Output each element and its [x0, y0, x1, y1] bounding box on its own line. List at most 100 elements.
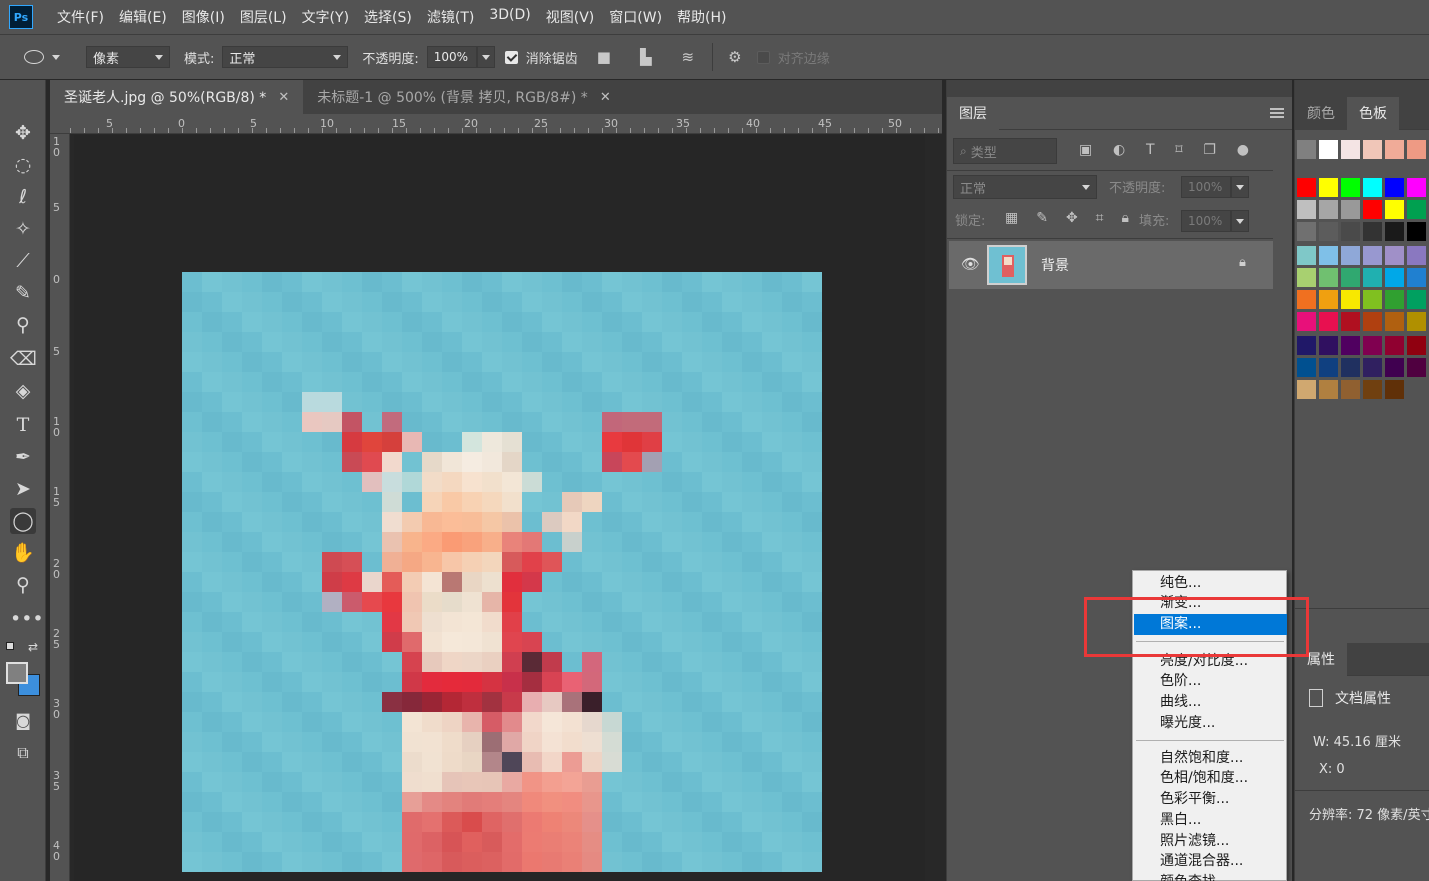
- menu-help[interactable]: 帮助(H): [677, 7, 726, 27]
- layer-blend-mode-select[interactable]: 正常: [953, 175, 1097, 199]
- color-swatch[interactable]: [1319, 246, 1338, 265]
- swap-colors-icon[interactable]: ⇄: [28, 640, 38, 654]
- opacity-slider-toggle[interactable]: [476, 46, 495, 68]
- canvas-area[interactable]: [70, 134, 942, 881]
- smart-object-filter-icon[interactable]: ❐: [1203, 142, 1216, 162]
- color-swatch[interactable]: [1363, 290, 1382, 309]
- layer-opacity-toggle[interactable]: [1231, 176, 1249, 198]
- color-swatch[interactable]: [1319, 358, 1338, 377]
- color-swatch[interactable]: [1385, 380, 1404, 399]
- blend-mode-select[interactable]: 正常: [222, 46, 349, 68]
- tab-layers[interactable]: 图层: [947, 96, 999, 130]
- document-tab-active[interactable]: 圣诞老人.jpg @ 50%(RGB/8) * ✕: [50, 80, 304, 114]
- more-tools-icon[interactable]: •••: [10, 606, 44, 632]
- menu-filter[interactable]: 滤镜(T): [427, 7, 474, 27]
- lasso-tool-icon[interactable]: ℓ: [10, 184, 36, 210]
- color-swatch[interactable]: [1297, 312, 1316, 331]
- color-swatch[interactable]: [1407, 178, 1426, 197]
- color-swatch[interactable]: [1341, 246, 1360, 265]
- color-swatch[interactable]: [1363, 246, 1382, 265]
- color-swatch[interactable]: [1319, 290, 1338, 309]
- color-swatch[interactable]: [1297, 268, 1316, 287]
- color-swatch[interactable]: [1407, 140, 1426, 159]
- menu-3d[interactable]: 3D(D): [489, 7, 530, 27]
- color-swatch[interactable]: [1407, 200, 1426, 219]
- paint-bucket-tool-icon[interactable]: ◈: [10, 378, 36, 404]
- lock-pixels-icon[interactable]: ✎: [1036, 210, 1048, 226]
- document-canvas[interactable]: [182, 272, 822, 872]
- color-swatch[interactable]: [1363, 336, 1382, 355]
- shape-filter-icon[interactable]: ⌑: [1175, 142, 1182, 162]
- color-swatch[interactable]: [1341, 268, 1360, 287]
- menu-layer[interactable]: 图层(L): [240, 7, 287, 27]
- opacity-input[interactable]: 100%: [426, 46, 477, 68]
- color-swatch[interactable]: [1385, 336, 1404, 355]
- color-swatch[interactable]: [1319, 222, 1338, 241]
- color-swatch[interactable]: [1385, 246, 1404, 265]
- color-swatch[interactable]: [1297, 380, 1316, 399]
- color-swatch[interactable]: [1341, 312, 1360, 331]
- pen-tool-icon[interactable]: ✒: [10, 444, 36, 470]
- menu-item[interactable]: 色彩平衡...: [1134, 789, 1287, 810]
- color-swatch[interactable]: [1297, 222, 1316, 241]
- lock-all-icon[interactable]: 🔒︎: [1122, 210, 1129, 226]
- stamp-tool-icon[interactable]: ⚲: [10, 312, 36, 338]
- eyedropper-tool-icon[interactable]: ⟋: [10, 248, 36, 274]
- lock-position-icon[interactable]: ✥: [1066, 210, 1078, 226]
- default-colors-icon[interactable]: [6, 642, 14, 650]
- color-swatch[interactable]: [1341, 200, 1360, 219]
- align-edges-checkbox[interactable]: [756, 50, 770, 64]
- color-swatch[interactable]: [1363, 178, 1382, 197]
- color-swatch[interactable]: [1363, 222, 1382, 241]
- filter-toggle-icon[interactable]: ●: [1237, 142, 1249, 162]
- close-icon[interactable]: ✕: [600, 90, 611, 105]
- color-swatch[interactable]: [1319, 140, 1338, 159]
- color-swatch[interactable]: [1363, 312, 1382, 331]
- layer-opacity-input[interactable]: 100%: [1181, 176, 1231, 198]
- close-icon[interactable]: ✕: [278, 90, 289, 105]
- gear-icon[interactable]: ⚙: [727, 49, 743, 65]
- path-operations-icon[interactable]: ■: [596, 49, 612, 65]
- color-swatch[interactable]: [1297, 246, 1316, 265]
- document-tab[interactable]: 未标题-1 @ 500% (背景 拷贝, RGB/8#) * ✕: [303, 80, 625, 114]
- color-swatch[interactable]: [1341, 222, 1360, 241]
- color-swatch[interactable]: [1297, 200, 1316, 219]
- layer-filter-select[interactable]: ⌕ 类型: [953, 138, 1057, 164]
- color-swatch[interactable]: [1297, 178, 1316, 197]
- color-swatch[interactable]: [1319, 268, 1338, 287]
- menu-item[interactable]: 纯色...: [1134, 573, 1287, 594]
- vertical-ruler[interactable]: 1 0 5 0 5 1 0 1 5 2 0 2 5 3 0 3 5 4 0: [50, 134, 70, 881]
- color-swatch[interactable]: [1385, 290, 1404, 309]
- menu-item[interactable]: 曝光度...: [1134, 713, 1287, 734]
- color-swatch[interactable]: [1363, 380, 1382, 399]
- color-swatch[interactable]: [1341, 140, 1360, 159]
- color-swatch[interactable]: [1363, 200, 1382, 219]
- hand-tool-icon[interactable]: ✋: [10, 540, 36, 566]
- zoom-tool-icon[interactable]: ⚲: [10, 572, 36, 598]
- foreground-color-swatch[interactable]: [6, 662, 28, 684]
- color-swatch[interactable]: [1407, 312, 1426, 331]
- menu-item[interactable]: 黑白...: [1134, 810, 1287, 831]
- menu-item[interactable]: 色阶...: [1134, 671, 1287, 692]
- color-swatch[interactable]: [1297, 140, 1316, 159]
- color-swatch[interactable]: [1385, 200, 1404, 219]
- menu-edit[interactable]: 编辑(E): [119, 7, 167, 27]
- color-swatch[interactable]: [1407, 358, 1426, 377]
- horizontal-ruler[interactable]: 5 0 5 10 15 20 25 30 35 40 45 50: [50, 114, 942, 134]
- color-swatch[interactable]: [1341, 336, 1360, 355]
- path-selection-tool-icon[interactable]: ➤: [10, 476, 36, 502]
- color-swatch[interactable]: [1407, 246, 1426, 265]
- layer-row-background[interactable]: 👁︎ 背景 🔒︎: [949, 241, 1273, 289]
- color-swatch[interactable]: [1319, 336, 1338, 355]
- color-swatch[interactable]: [1319, 178, 1338, 197]
- color-swatch[interactable]: [1341, 290, 1360, 309]
- menu-item[interactable]: 颜色查找...: [1134, 872, 1287, 881]
- tab-color[interactable]: 颜色: [1295, 96, 1347, 130]
- color-swatch[interactable]: [1297, 290, 1316, 309]
- color-swatch[interactable]: [1385, 140, 1404, 159]
- color-swatch[interactable]: [1341, 178, 1360, 197]
- menu-select[interactable]: 选择(S): [364, 7, 412, 27]
- color-swatch[interactable]: [1407, 222, 1426, 241]
- color-swatch[interactable]: [1319, 380, 1338, 399]
- color-swatch[interactable]: [1407, 268, 1426, 287]
